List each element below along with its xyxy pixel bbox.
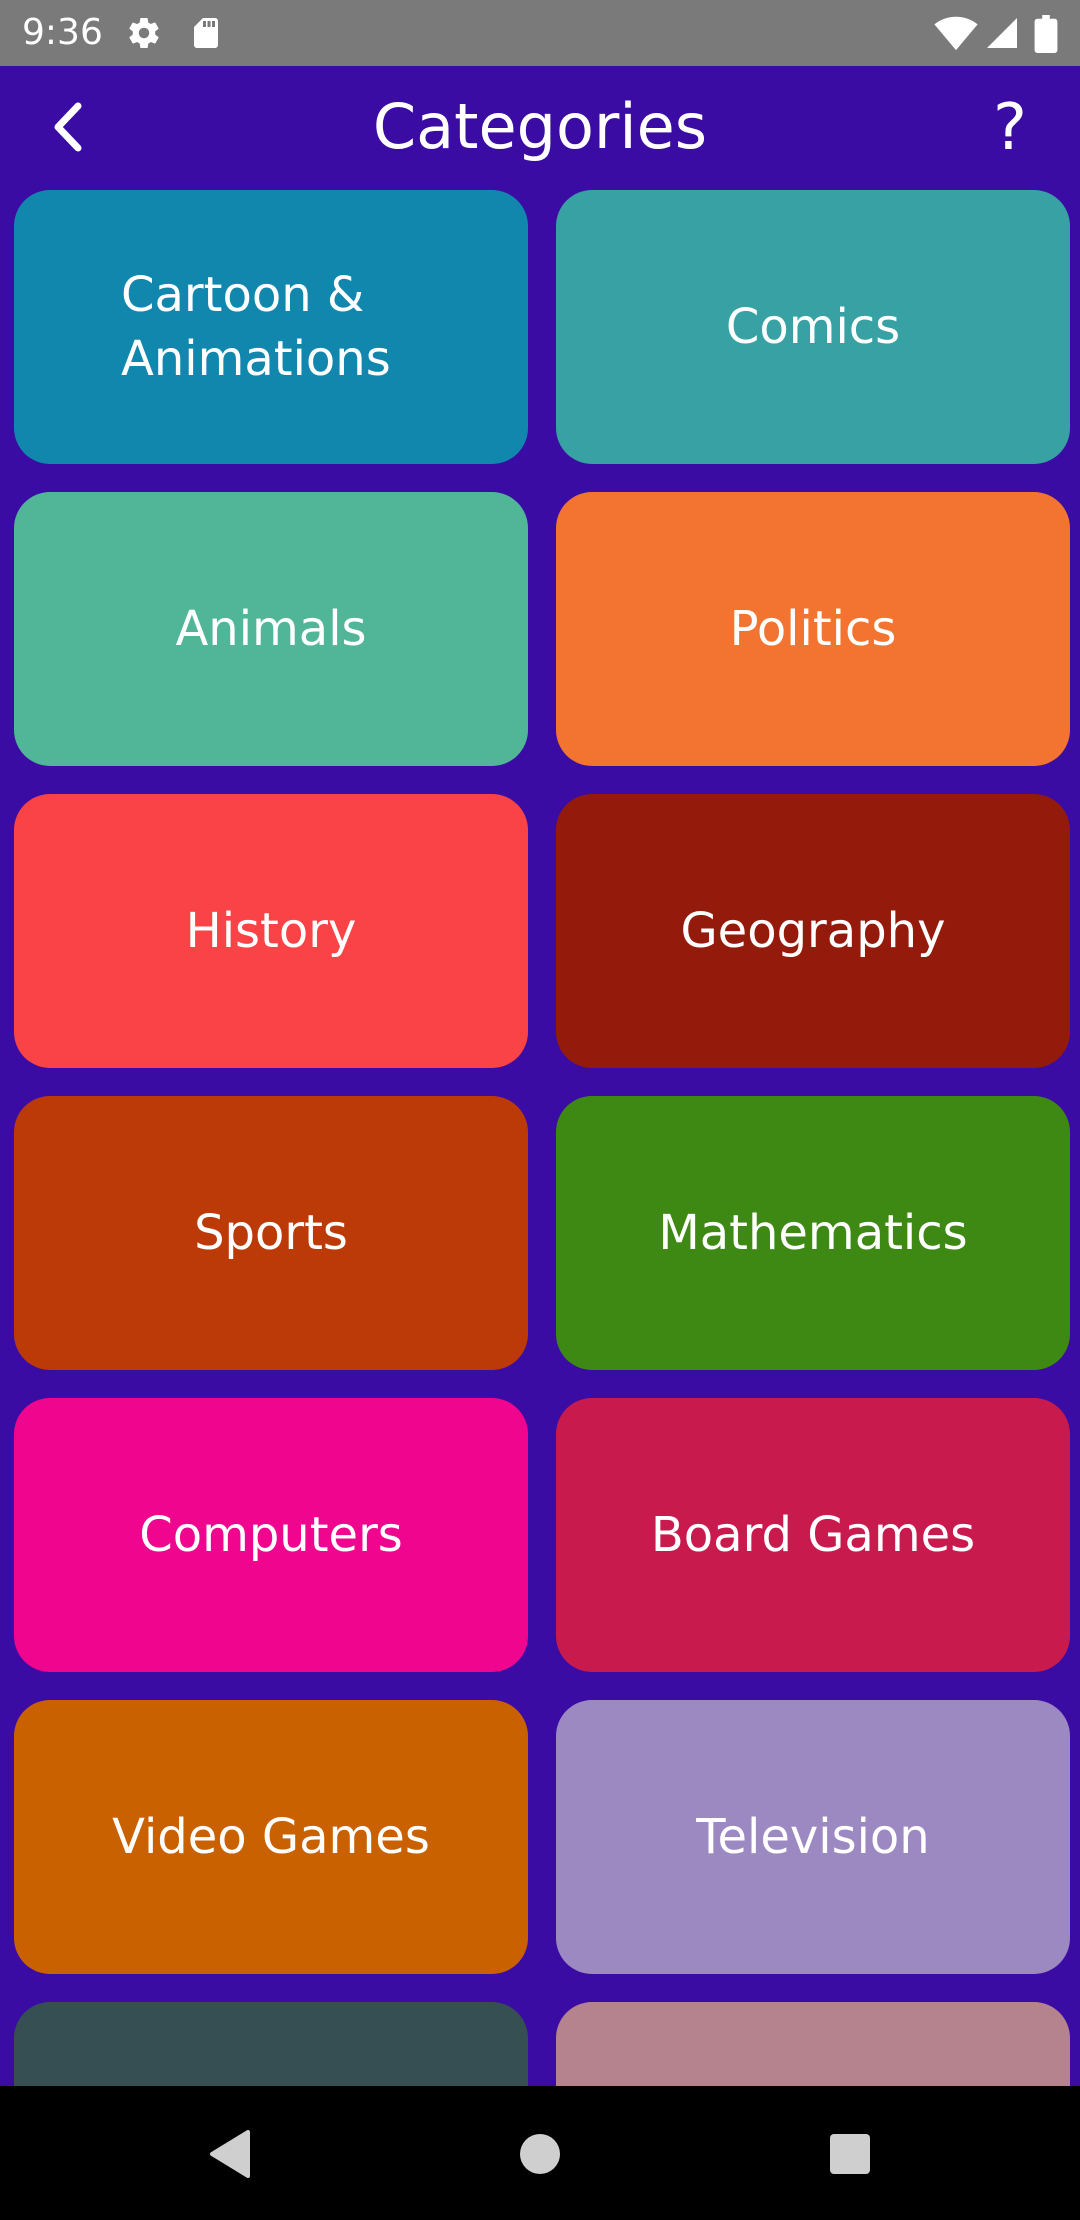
category-label: Geography <box>680 903 946 959</box>
category-label: Video Games <box>112 1809 430 1865</box>
category-label: Board Games <box>650 1507 976 1563</box>
help-button[interactable]: ? <box>980 88 1040 168</box>
category-tile-video-games[interactable]: Video Games <box>14 1700 528 1974</box>
category-tile-comics[interactable]: Comics <box>556 190 1070 464</box>
category-label: History <box>185 903 357 959</box>
category-label: Animals <box>175 601 367 657</box>
category-tile-board-games[interactable]: Board Games <box>556 1398 1070 1672</box>
triangle-back-icon <box>196 2130 276 2198</box>
category-tile-partial[interactable] <box>556 2002 1070 2086</box>
category-tile-computers[interactable]: Computers <box>14 1398 528 1672</box>
category-label: Sports <box>194 1205 348 1261</box>
category-tile-mathematics[interactable]: Mathematics <box>556 1096 1070 1370</box>
nav-home-button[interactable] <box>500 2114 580 2194</box>
screen: 9:36 Categories ? Cartoon & Animations C… <box>0 0 1080 2220</box>
category-tile-television[interactable]: Television <box>556 1700 1070 1974</box>
category-label: Television <box>696 1809 930 1865</box>
category-label: Politics <box>729 601 897 657</box>
system-nav-bar <box>0 2086 1080 2220</box>
wifi-icon <box>934 15 978 51</box>
square-recents-icon <box>810 2134 890 2198</box>
back-button[interactable] <box>40 92 100 162</box>
nav-back-button[interactable] <box>196 2114 276 2194</box>
category-label: Computers <box>139 1507 403 1563</box>
signal-icon <box>984 15 1020 51</box>
page-title: Categories <box>372 90 708 163</box>
category-tile-geography[interactable]: Geography <box>556 794 1070 1068</box>
battery-icon <box>1034 15 1058 53</box>
settings-icon <box>126 15 162 51</box>
nav-recents-button[interactable] <box>810 2114 890 2194</box>
category-label: Comics <box>725 299 901 355</box>
category-tile-history[interactable]: History <box>14 794 528 1068</box>
category-label: Mathematics <box>658 1205 968 1261</box>
chevron-left-icon <box>40 102 100 166</box>
category-grid: Cartoon & Animations Comics Animals Poli… <box>14 190 1070 2086</box>
category-tile-animals[interactable]: Animals <box>14 492 528 766</box>
category-tile-sports[interactable]: Sports <box>14 1096 528 1370</box>
status-time: 9:36 <box>22 12 103 53</box>
app-bar: Categories ? <box>0 66 1080 188</box>
circle-home-icon <box>500 2134 580 2198</box>
category-tile-cartoon-animations[interactable]: Cartoon & Animations <box>14 190 528 464</box>
category-label: Cartoon & Animations <box>121 267 391 387</box>
category-tile-partial[interactable] <box>14 2002 528 2086</box>
status-bar: 9:36 <box>0 0 1080 66</box>
category-tile-politics[interactable]: Politics <box>556 492 1070 766</box>
sd-card-icon <box>188 15 224 51</box>
